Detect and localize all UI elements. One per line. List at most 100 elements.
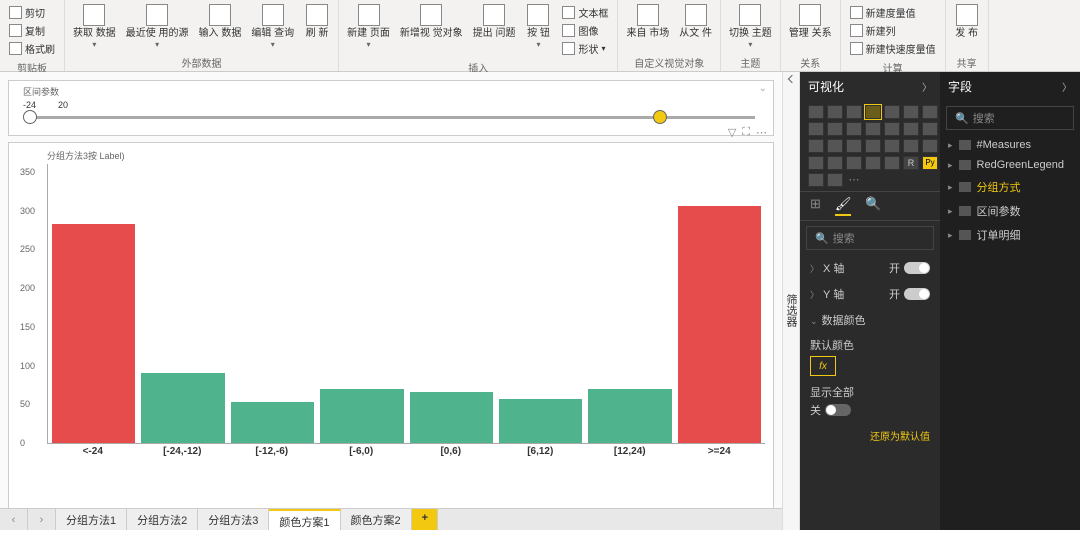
viz-scatter[interactable]	[922, 122, 938, 136]
chart-visual[interactable]: ▽ ⛶ ⋯ 分组方法3按 Label) 05010015020025030035…	[8, 142, 774, 522]
switch-theme-button[interactable]: 切换 主题▾	[725, 2, 776, 52]
image-button[interactable]: 图像	[559, 22, 611, 39]
field-table[interactable]: ▸分组方式	[940, 175, 1080, 199]
viz-treemap[interactable]	[846, 139, 862, 153]
viz-slicer[interactable]	[865, 156, 881, 170]
image-icon	[562, 24, 575, 37]
viz-pane-header[interactable]: 可视化〉	[800, 72, 940, 101]
prop-y-axis[interactable]: 〉Y 轴 开	[800, 281, 940, 307]
viz-donut[interactable]	[827, 139, 843, 153]
toggle-y-axis[interactable]	[904, 288, 930, 300]
from-marketplace-button[interactable]: 来自 市场	[622, 2, 673, 41]
field-table[interactable]: ▸#Measures	[940, 135, 1080, 155]
editquery-icon	[262, 4, 284, 26]
viz-map[interactable]	[865, 139, 881, 153]
fields-pane-header[interactable]: 字段〉	[940, 72, 1080, 101]
new-page-button[interactable]: 新建 页面▾	[343, 2, 394, 52]
group-label: 关系	[785, 54, 836, 71]
page-tab[interactable]: 分组方法2	[127, 509, 198, 530]
refresh-button[interactable]: 刷 新	[300, 2, 334, 41]
edit-queries-button[interactable]: 编辑 查询▾	[247, 2, 298, 52]
viz-line[interactable]	[922, 105, 938, 119]
slider-handle-right[interactable]	[653, 110, 667, 124]
get-data-button[interactable]: 获取 数据▾	[69, 2, 120, 52]
viz-custom-add[interactable]: ⋯	[846, 173, 862, 187]
viz-100-column[interactable]	[903, 105, 919, 119]
add-page-tab[interactable]: +	[412, 509, 438, 530]
recent-sources-button[interactable]: 最近使 用的源▾	[122, 2, 193, 52]
viz-stacked-area[interactable]	[827, 122, 843, 136]
viz-pie[interactable]	[808, 139, 824, 153]
slider-handle-left[interactable]	[23, 110, 37, 124]
viz-multi-card[interactable]	[827, 156, 843, 170]
format-painter-button[interactable]: 格式刷	[6, 40, 58, 57]
publish-button[interactable]: 发 布	[950, 2, 984, 41]
group-label: 自定义视觉对象	[622, 54, 716, 71]
new-column-button[interactable]: 新建列	[847, 22, 939, 39]
format-search[interactable]: 🔍搜索	[806, 226, 934, 250]
viz-ribbon[interactable]	[884, 122, 900, 136]
viz-clustered-column[interactable]	[865, 105, 881, 119]
viz-funnel[interactable]	[903, 139, 919, 153]
cut-button[interactable]: 剪切	[6, 4, 58, 21]
from-file-button[interactable]: 从文 件	[675, 2, 716, 41]
viz-waterfall[interactable]	[903, 122, 919, 136]
viz-line-clustered[interactable]	[865, 122, 881, 136]
tab-format[interactable]: 🖌	[835, 196, 852, 216]
slider-track[interactable]	[27, 116, 755, 119]
toggle-x-axis[interactable]	[904, 262, 930, 274]
slicer-visual[interactable]: 区间参数 -24 20 ⌄	[8, 80, 774, 136]
ask-question-button[interactable]: 提出 问题	[469, 2, 520, 41]
tab-analytics[interactable]: 🔍	[865, 196, 881, 216]
slicer-clear-icon[interactable]: ⌄	[759, 83, 767, 94]
market-icon	[637, 4, 659, 26]
prop-data-colors[interactable]: ⌄数据颜色	[800, 307, 940, 333]
copy-button[interactable]: 复制	[6, 22, 58, 39]
fields-search[interactable]: 🔍搜索	[946, 106, 1074, 130]
viz-card[interactable]	[808, 156, 824, 170]
viz-clustered-bar[interactable]	[846, 105, 862, 119]
enter-data-button[interactable]: 输入 数据	[195, 2, 246, 41]
viz-gallery: RPy ⋯	[800, 101, 940, 191]
toggle-show-all[interactable]	[825, 404, 851, 416]
viz-r-script[interactable]: R	[903, 156, 919, 170]
page-tab[interactable]: 分组方法3	[198, 509, 269, 530]
page-tab[interactable]: 分组方法1	[56, 509, 127, 530]
page-tab[interactable]: 颜色方案1	[269, 509, 340, 530]
field-table[interactable]: ▸区间参数	[940, 199, 1080, 223]
viz-stacked-column[interactable]	[827, 105, 843, 119]
relations-icon	[799, 4, 821, 26]
viz-python[interactable]: Py	[922, 156, 938, 170]
filter-icon[interactable]: ▽	[728, 126, 736, 139]
viz-kpi[interactable]	[846, 156, 862, 170]
manage-relationships-button[interactable]: 管理 关系	[785, 2, 836, 41]
viz-area[interactable]	[808, 122, 824, 136]
filters-pane-collapsed[interactable]: 筛选器	[782, 72, 800, 530]
buttons-button[interactable]: 按 钮▾	[521, 2, 555, 52]
reset-to-default[interactable]: 还原为默认值	[800, 422, 940, 449]
viz-globe[interactable]	[827, 173, 843, 187]
tabs-prev[interactable]: ‹	[0, 509, 28, 530]
field-table[interactable]: ▸RedGreenLegend	[940, 155, 1080, 175]
viz-arcgis[interactable]	[808, 173, 824, 187]
viz-line-stacked[interactable]	[846, 122, 862, 136]
viz-filled-map[interactable]	[884, 139, 900, 153]
focus-mode-icon[interactable]: ⛶	[742, 126, 750, 139]
textbox-button[interactable]: 文本框	[559, 4, 611, 21]
shapes-button[interactable]: 形状▾	[559, 40, 611, 57]
more-options-icon[interactable]: ⋯	[756, 126, 767, 139]
new-visual-button[interactable]: 新增视 觉对象	[396, 2, 467, 41]
quick-measure-button[interactable]: 新建快速度量值	[847, 40, 939, 57]
tabs-next[interactable]: ›	[28, 509, 56, 530]
tab-fields[interactable]: ⊞	[810, 196, 821, 216]
fx-button[interactable]: fx	[810, 356, 836, 376]
group-external-data: 获取 数据▾ 最近使 用的源▾ 输入 数据 编辑 查询▾ 刷 新 外部数据	[65, 0, 339, 71]
prop-x-axis[interactable]: 〉X 轴 开	[800, 255, 940, 281]
field-table[interactable]: ▸订单明细	[940, 223, 1080, 247]
viz-gauge[interactable]	[922, 139, 938, 153]
viz-stacked-bar[interactable]	[808, 105, 824, 119]
viz-100-bar[interactable]	[884, 105, 900, 119]
page-tab[interactable]: 颜色方案2	[341, 509, 412, 530]
new-measure-button[interactable]: 新建度量值	[847, 4, 939, 21]
viz-table[interactable]	[884, 156, 900, 170]
